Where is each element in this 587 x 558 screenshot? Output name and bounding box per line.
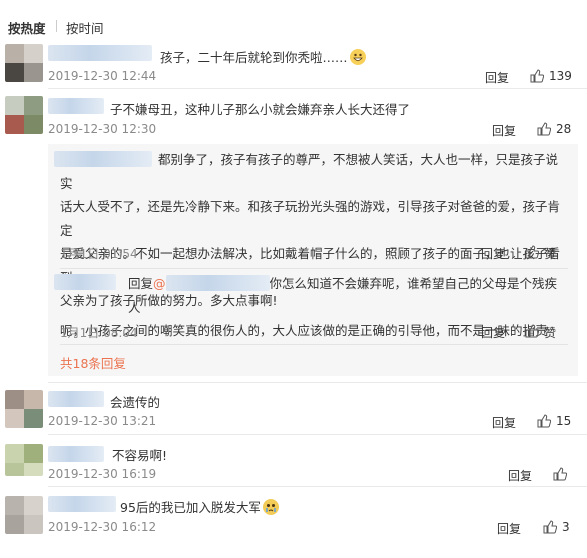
- comment-text: 会遗传的: [110, 395, 161, 410]
- avatar[interactable]: [5, 444, 43, 476]
- avatar[interactable]: [5, 96, 43, 134]
- thumbs-up-icon[interactable]: [530, 69, 544, 83]
- divider: [48, 88, 587, 89]
- comment-text: 子不嫌母丑，这种儿子那么小就会嫌弃亲人长大还得了: [110, 102, 411, 117]
- comment-text: 95后的我已加入脱发大军: [120, 497, 279, 516]
- reply-button[interactable]: 回复: [481, 324, 505, 341]
- comment-text: 不容易啊!: [112, 448, 168, 463]
- view-all-replies-link[interactable]: 共18条回复: [60, 353, 126, 372]
- sort-bar: 按热度 按时间: [0, 0, 587, 40]
- divider: [48, 486, 587, 487]
- comment-time: 2019-12-30 16:19: [48, 467, 157, 481]
- avatar[interactable]: [5, 44, 43, 82]
- reply-button[interactable]: 回复: [508, 467, 532, 484]
- like-count: 15: [556, 414, 572, 428]
- reply-button[interactable]: 回复: [485, 69, 509, 86]
- comment-time: 2019-12-30 12:30: [48, 122, 157, 136]
- avatar[interactable]: [5, 496, 43, 534]
- thumbs-up-icon[interactable]: [537, 414, 551, 428]
- reply-time: 1月1日 08:04: [60, 326, 138, 340]
- sort-by-hot-tab[interactable]: 按热度: [8, 18, 46, 37]
- username-blurred[interactable]: [48, 446, 104, 462]
- username-blurred[interactable]: [48, 45, 152, 61]
- divider: [56, 20, 57, 32]
- thumbs-up-icon[interactable]: [525, 245, 539, 259]
- divider: [60, 268, 568, 269]
- mention-username-blurred[interactable]: [165, 275, 270, 291]
- username-blurred[interactable]: [48, 391, 104, 407]
- reply-time: 1月1日 01:54: [60, 247, 138, 261]
- username-blurred[interactable]: [48, 496, 116, 512]
- mention-link[interactable]: @: [153, 276, 166, 291]
- avatar[interactable]: [5, 390, 43, 428]
- thumbs-up-icon[interactable]: [543, 520, 557, 534]
- reply-thread: 都别争了，孩子有孩子的尊严，不想被人笑话，大人也一样，只是孩子说实 话大人受不了…: [48, 144, 578, 376]
- like-label[interactable]: 赞: [544, 324, 556, 341]
- reply-button[interactable]: 回复: [492, 414, 516, 431]
- reply-button[interactable]: 回复: [481, 245, 505, 262]
- thumbs-up-icon[interactable]: [553, 467, 567, 481]
- comment-text: 孩子，二十年后就轮到你秃啦……: [160, 47, 366, 66]
- username-blurred[interactable]: [48, 98, 104, 114]
- thumbs-up-icon[interactable]: [537, 122, 551, 136]
- sort-by-time-tab[interactable]: 按时间: [66, 18, 104, 37]
- divider: [60, 344, 568, 345]
- comment-time: 2019-12-30 16:12: [48, 520, 157, 534]
- crying-face-emoji-icon: [262, 499, 279, 515]
- thumbs-up-icon[interactable]: [525, 324, 539, 338]
- reply-button[interactable]: 回复: [497, 520, 521, 537]
- like-count: 3: [562, 520, 570, 534]
- like-label[interactable]: 赞: [544, 245, 556, 262]
- like-count: 139: [549, 69, 572, 83]
- like-count: 28: [556, 122, 572, 136]
- divider: [48, 434, 587, 435]
- reply-button[interactable]: 回复: [492, 122, 516, 139]
- divider: [48, 382, 587, 383]
- comment-time: 2019-12-30 13:21: [48, 414, 157, 428]
- grinning-sweat-emoji-icon: [349, 49, 366, 65]
- comment-time: 2019-12-30 12:44: [48, 69, 157, 83]
